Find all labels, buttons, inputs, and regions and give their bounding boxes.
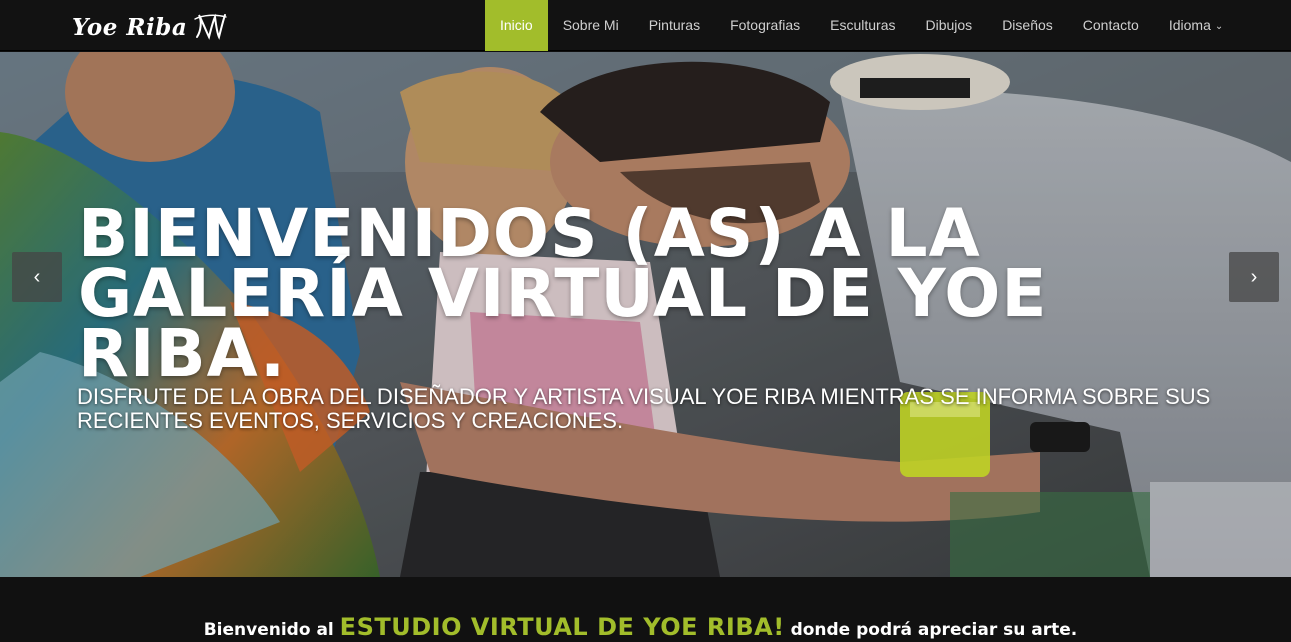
nav-item-idioma[interactable]: Idioma ⌄ [1154, 0, 1238, 51]
nav-item-inicio[interactable]: Inicio [485, 0, 548, 51]
welcome-text-after: donde podrá apreciar su arte. [790, 620, 1078, 640]
nav-item-sobre-mi[interactable]: Sobre Mi [548, 0, 634, 51]
welcome-text-before: Bienvenido al [203, 620, 334, 640]
brand-logo[interactable]: Yoe Riba [72, 10, 227, 44]
chevron-down-icon: ⌄ [1214, 21, 1224, 32]
nav-item-dibujos[interactable]: Dibujos [910, 0, 987, 51]
top-navbar: Yoe Riba Inicio Sobre Mi Pinturas Fotogr… [0, 0, 1291, 51]
nav-item-pinturas[interactable]: Pinturas [634, 0, 715, 51]
carousel-prev-button[interactable]: ‹ [12, 252, 62, 302]
hero-subtitle: DISFRUTE DE LA OBRA DEL DISEÑADOR Y ARTI… [77, 384, 1211, 433]
welcome-message: Bienvenido al ESTUDIO VIRTUAL DE YOE RIB… [0, 613, 1281, 641]
nav-item-contacto[interactable]: Contacto [1068, 0, 1154, 51]
signature-logo-icon [194, 13, 227, 40]
nav-item-fotografias[interactable]: Fotografias [715, 0, 815, 51]
chevron-left-icon: ‹ [33, 265, 41, 288]
main-nav: Inicio Sobre Mi Pinturas Fotografias Esc… [485, 0, 1238, 51]
chevron-right-icon: › [1250, 265, 1258, 288]
welcome-highlight: ESTUDIO VIRTUAL DE YOE RIBA! [339, 613, 785, 641]
hero-title: BIENVENIDOS (AS) A LA GALERÍA VIRTUAL DE… [78, 195, 1048, 392]
nav-item-esculturas[interactable]: Esculturas [815, 0, 910, 51]
nav-item-idioma-label: Idioma [1168, 17, 1211, 33]
nav-item-disenos[interactable]: Diseños [987, 0, 1068, 51]
brand-name: Yoe Riba [72, 13, 188, 41]
welcome-section: Bienvenido al ESTUDIO VIRTUAL DE YOE RIB… [0, 577, 1291, 642]
carousel-next-button[interactable]: › [1229, 252, 1279, 302]
hero-carousel: BIENVENIDOS (AS) A LA GALERÍA VIRTUAL DE… [0, 52, 1291, 577]
